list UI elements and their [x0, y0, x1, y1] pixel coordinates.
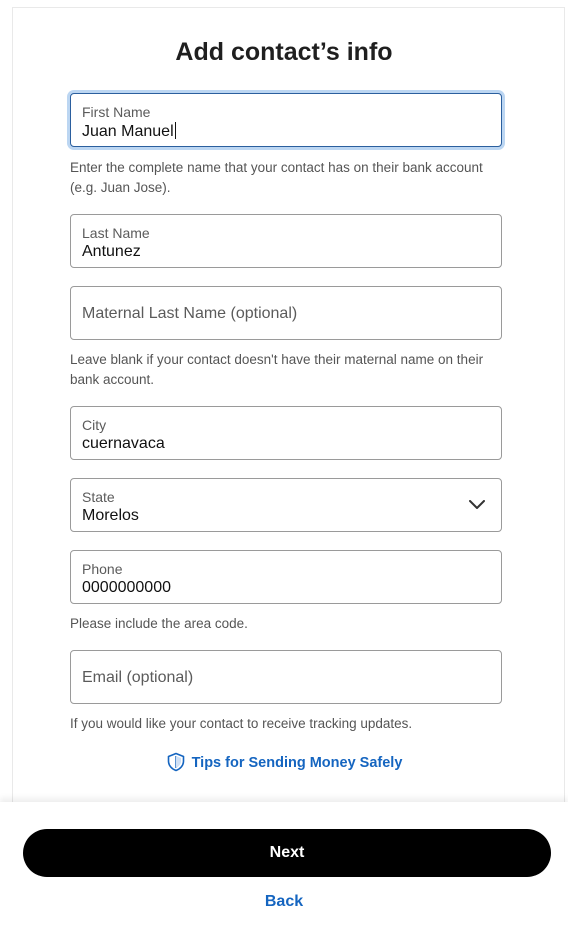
- tips-link-label[interactable]: Tips for Sending Money Safely: [192, 755, 403, 771]
- maternal-help: Leave blank if your contact doesn't have…: [70, 352, 484, 387]
- first-name-label: First Name: [82, 104, 151, 120]
- last-name-value[interactable]: Antunez: [82, 243, 141, 261]
- chevron-down-icon[interactable]: [469, 500, 485, 510]
- last-name-field[interactable]: Last Name Antunez: [70, 214, 502, 268]
- email-help: If you would like your contact to receiv…: [70, 716, 413, 731]
- back-link[interactable]: Back: [0, 893, 568, 911]
- phone-field[interactable]: Phone 0000000000: [70, 550, 502, 604]
- city-field[interactable]: City cuernavaca: [70, 406, 502, 460]
- phone-value[interactable]: 0000000000: [82, 579, 171, 597]
- maternal-last-name-field[interactable]: Maternal Last Name (optional): [70, 286, 502, 340]
- first-name-field[interactable]: First Name Juan Manuel: [70, 93, 502, 147]
- first-name-value[interactable]: Juan Manuel: [82, 122, 176, 141]
- state-select[interactable]: State Morelos: [70, 478, 502, 532]
- page-title: Add contact’s info: [175, 38, 393, 66]
- footer-bar: Next Back: [0, 802, 568, 930]
- state-label: State: [82, 489, 115, 505]
- last-name-label: Last Name: [82, 225, 150, 241]
- text-caret: [174, 122, 176, 139]
- city-label: City: [82, 417, 107, 433]
- city-value[interactable]: cuernavaca: [82, 435, 165, 453]
- phone-label: Phone: [82, 561, 123, 577]
- email-field[interactable]: Email (optional): [70, 650, 502, 704]
- first-name-help: Enter the complete name that your contac…: [70, 160, 483, 195]
- state-value[interactable]: Morelos: [82, 507, 139, 525]
- shield-icon: [167, 752, 184, 772]
- next-button[interactable]: Next: [23, 829, 551, 877]
- maternal-last-name-placeholder: Maternal Last Name (optional): [82, 305, 298, 322]
- tips-link[interactable]: Tips for Sending Money Safely: [0, 752, 568, 772]
- phone-help: Please include the area code.: [70, 616, 248, 631]
- email-placeholder: Email (optional): [82, 669, 194, 686]
